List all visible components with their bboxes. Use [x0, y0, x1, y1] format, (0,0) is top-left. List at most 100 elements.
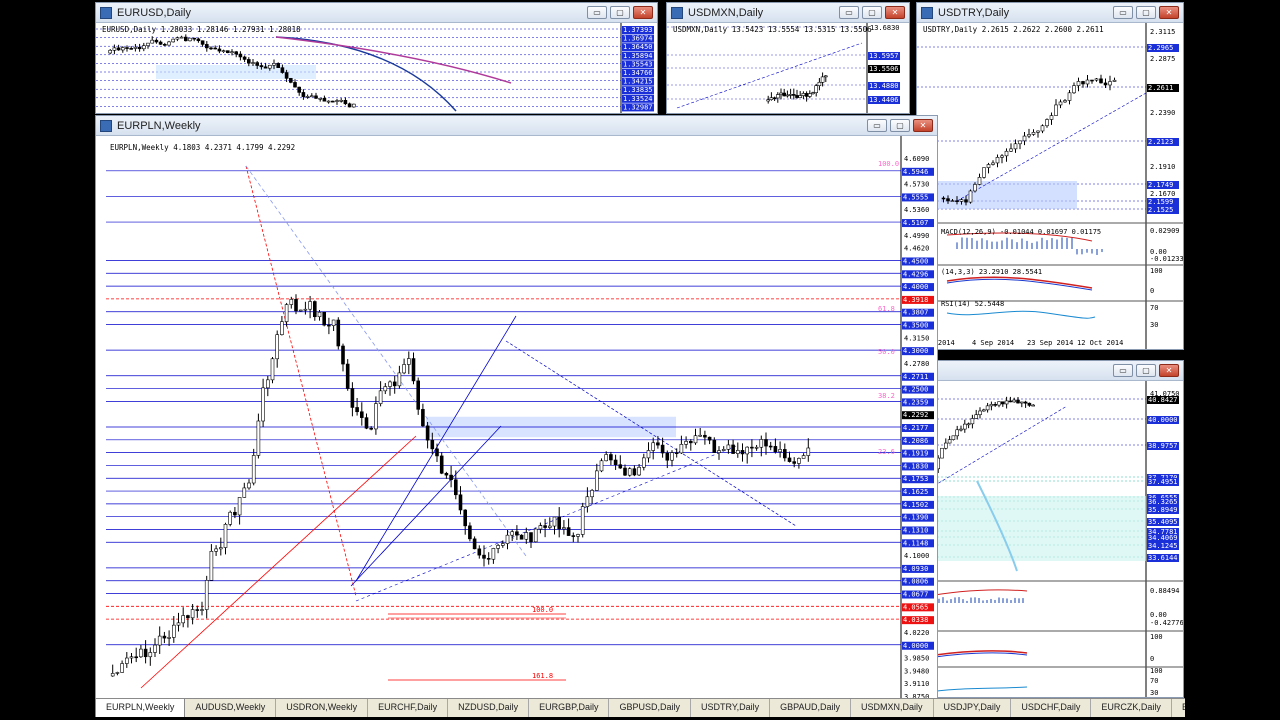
tab-nzdusd-daily[interactable]: NZDUSD,Daily [448, 699, 530, 717]
tab-usdron-weekly[interactable]: USDRON,Weekly [276, 699, 369, 717]
tab-eurusd-daily[interactable]: EURUSD,Daily [1172, 699, 1185, 717]
price-label: 4.1919 [903, 450, 928, 458]
eurusd-window[interactable]: EURUSD,Daily ▭ ▢ ✕ EURUSD,Daily 1.28033 … [95, 2, 658, 114]
minimize-button[interactable]: ▭ [839, 6, 859, 19]
stoch-axis: 0 [1150, 287, 1154, 295]
symbol-info: EURUSD,Daily 1.28033 1.28146 1.27931 1.2… [102, 25, 301, 34]
candle-body [959, 428, 963, 431]
price-label: 1.32987 [623, 103, 653, 111]
tab-usdtry-daily[interactable]: USDTRY,Daily [691, 699, 771, 717]
eurusd-titlebar[interactable]: EURUSD,Daily ▭ ▢ ✕ [96, 3, 657, 23]
price-label: 4.1830 [903, 462, 928, 470]
tab-usdchf-daily[interactable]: USDCHF,Daily [1011, 699, 1092, 717]
fib-label: 100.0 [532, 606, 553, 614]
candle-body [143, 648, 148, 658]
candle-body [792, 94, 796, 96]
candle-body [237, 497, 242, 516]
candle-body [317, 311, 322, 318]
price-label: 37.4951 [1148, 478, 1178, 486]
candle-body [955, 429, 960, 437]
window-title: USDMXN,Daily [688, 6, 764, 19]
close-button[interactable]: ✕ [885, 6, 905, 19]
eurpln-titlebar[interactable]: EURPLN,Weekly ▭ ▢ ✕ [96, 116, 937, 136]
lower-right-titlebar[interactable]: ▭ ▢ ✕ [917, 361, 1183, 381]
rsi-label: RSI(14) 52.5448 [941, 300, 1005, 308]
tab-gbpaud-daily[interactable]: GBPAUD,Daily [770, 699, 852, 717]
candle-body [268, 64, 272, 69]
price-label: 1.35543 [623, 60, 653, 68]
price-label: 35.4095 [1148, 518, 1178, 526]
candle-body [782, 449, 787, 459]
candle-body [256, 420, 261, 456]
candle-body [228, 511, 232, 525]
usdtry-window[interactable]: USDTRY,Daily ▭ ▢ ✕ USDTRY,Daily 2.2615 2… [916, 2, 1184, 350]
candle-body [1031, 132, 1036, 135]
tab-usdmxn-daily[interactable]: USDMXN,Daily [851, 699, 934, 717]
tab-eurgbp-daily[interactable]: EURGBP,Daily [529, 699, 610, 717]
tab-eurchf-daily[interactable]: EURCHF,Daily [368, 699, 449, 717]
lower-right-chart-area[interactable]: 41.075040.842740.000038.975737.717037.49… [917, 381, 1183, 697]
candle-body [163, 44, 167, 46]
price-label: 4.1753 [903, 475, 928, 483]
candle-body [314, 95, 318, 99]
candle-body [1054, 104, 1058, 116]
close-button[interactable]: ✕ [1159, 6, 1179, 19]
price-label: 4.0677 [903, 591, 928, 599]
symbol-info: USDTRY,Daily 2.2615 2.2622 2.2600 2.2611 [923, 25, 1104, 34]
candle-body [941, 197, 946, 200]
minimize-button[interactable]: ▭ [1113, 364, 1133, 377]
close-button[interactable]: ✕ [1159, 364, 1179, 377]
candle-body [425, 425, 430, 441]
chart-tab-bar[interactable]: EURPLN,Weekly AUDUSD,Weekly USDRON,Weekly E… [95, 698, 1185, 717]
candle-body [674, 452, 679, 454]
candle-body [496, 545, 500, 549]
lower-right-window[interactable]: ▭ ▢ ✕ 41.075040.842740.000038.975737.717… [916, 360, 1184, 698]
eurpln-chart-area[interactable]: EURPLN,Weekly 4.1803 4.2371 4.1799 4.229… [96, 136, 937, 698]
current-price-label: 4.2292 [903, 411, 928, 419]
price-label: 4.4000 [903, 283, 928, 291]
price-tick: 2.2390 [1150, 109, 1175, 117]
rsi-axis: 30 [1150, 689, 1158, 697]
maximize-button[interactable]: ▢ [610, 6, 630, 19]
usdmxn-chart-area[interactable]: USDMXN,Daily 13.5423 13.5554 13.5315 13.… [667, 23, 909, 113]
candle-body [684, 441, 688, 445]
candle-body [1090, 79, 1094, 82]
price-label: 1.33835 [623, 86, 653, 94]
minimize-button[interactable]: ▭ [1113, 6, 1133, 19]
tab-gbpusd-daily[interactable]: GBPUSD,Daily [609, 699, 691, 717]
maximize-button[interactable]: ▢ [890, 119, 910, 132]
macd-axis: 0.00 [1150, 611, 1167, 619]
candle-body [974, 414, 979, 419]
candle-body [740, 450, 745, 455]
price-tick: 4.6090 [904, 155, 929, 163]
price-label: 36.3265 [1148, 498, 1178, 506]
minimize-button[interactable]: ▭ [867, 119, 887, 132]
close-button[interactable]: ✕ [913, 119, 933, 132]
usdtry-titlebar[interactable]: USDTRY,Daily ▭ ▢ ✕ [917, 3, 1183, 23]
tab-eurpln-weekly[interactable]: EURPLN,Weekly [95, 699, 186, 717]
maximize-button[interactable]: ▢ [1136, 6, 1156, 19]
price-label: 4.5946 [903, 168, 928, 176]
highlight-zone [156, 65, 316, 79]
tab-eurczk-daily[interactable]: EURCZK,Daily [1091, 699, 1172, 717]
usdmxn-titlebar[interactable]: USDMXN,Daily ▭ ▢ ✕ [667, 3, 909, 23]
candle-body [318, 97, 322, 100]
maximize-button[interactable]: ▢ [862, 6, 882, 19]
close-button[interactable]: ✕ [633, 6, 653, 19]
candle-body [275, 334, 279, 360]
tab-usdjpy-daily[interactable]: USDJPY,Daily [934, 699, 1012, 717]
stoch-axis: 0 [1150, 655, 1154, 663]
candle-body [369, 427, 374, 430]
eurpln-window[interactable]: EURPLN,Weekly ▭ ▢ ✕ EURPLN,Weekly 4.1803… [95, 115, 938, 699]
candle-body [184, 36, 188, 42]
candle-body [289, 78, 293, 83]
usdmxn-window[interactable]: USDMXN,Daily ▭ ▢ ✕ USDMXN,Daily 13.5423 … [666, 2, 910, 114]
candle-body [411, 358, 416, 382]
price-label: 4.0565 [903, 603, 928, 611]
minimize-button[interactable]: ▭ [587, 6, 607, 19]
eurusd-chart-area[interactable]: EURUSD,Daily 1.28033 1.28146 1.27931 1.2… [96, 23, 657, 113]
maximize-button[interactable]: ▢ [1136, 364, 1156, 377]
candle-body [766, 99, 770, 102]
tab-audusd-weekly[interactable]: AUDUSD,Weekly [185, 699, 277, 717]
usdtry-chart-area[interactable]: USDTRY,Daily 2.2615 2.2622 2.2600 2.2611… [917, 23, 1183, 349]
